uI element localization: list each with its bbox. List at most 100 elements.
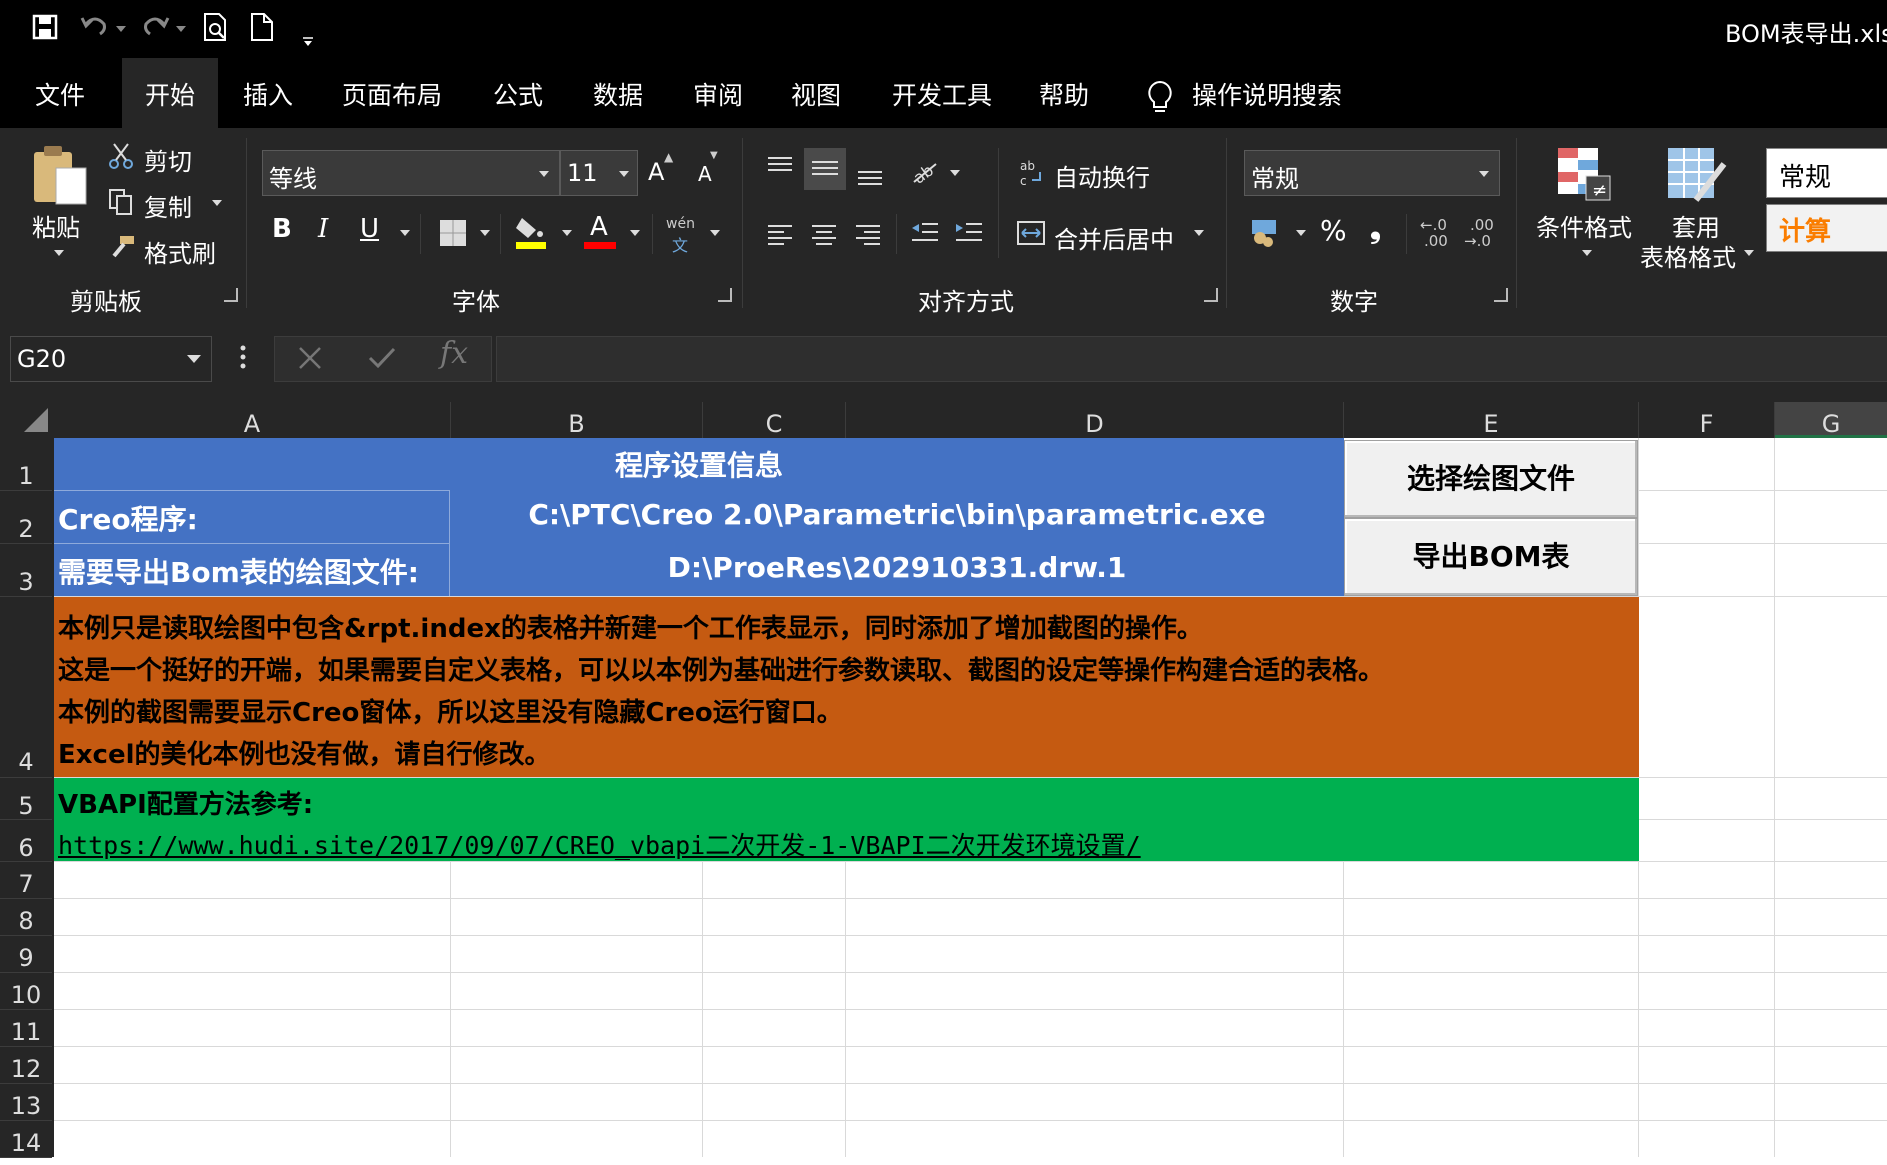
comma-button[interactable]: ❟: [1370, 212, 1381, 246]
number-launcher-icon[interactable]: [1494, 288, 1508, 302]
shrink-font-button[interactable]: A: [698, 162, 712, 186]
note-line-2[interactable]: 这是一个挺好的开端，如果需要自定义表格，可以以本例为基础进行参数读取、截图的设定…: [58, 650, 1638, 687]
column-header-d[interactable]: D: [846, 402, 1344, 438]
redo-icon[interactable]: [140, 12, 170, 47]
new-document-icon[interactable]: [250, 12, 274, 49]
tab-data[interactable]: 数据: [578, 58, 658, 128]
enter-icon[interactable]: [368, 346, 396, 374]
merge-center-icon[interactable]: [1016, 218, 1046, 252]
column-header-f[interactable]: F: [1639, 402, 1775, 438]
column-header-e[interactable]: E: [1344, 402, 1639, 438]
align-middle-icon[interactable]: [804, 148, 846, 190]
format-painter-icon[interactable]: [108, 234, 136, 264]
phonetic-top[interactable]: wén: [666, 216, 695, 232]
row-header-11[interactable]: 11: [0, 1010, 52, 1047]
column-header-a[interactable]: A: [54, 402, 451, 438]
more-options-icon[interactable]: [240, 344, 246, 374]
copy-button[interactable]: 复制: [144, 188, 192, 223]
merge-center-button[interactable]: 合并后居中: [1054, 220, 1174, 255]
format-as-table-line2[interactable]: 表格格式: [1640, 238, 1736, 273]
creo-program-path[interactable]: C:\PTC\Creo 2.0\Parametric\bin\parametri…: [451, 498, 1343, 531]
increase-indent-icon[interactable]: [954, 220, 984, 250]
tab-file[interactable]: 文件: [18, 58, 102, 128]
cut-icon[interactable]: [108, 142, 134, 174]
accounting-icon[interactable]: [1250, 216, 1282, 252]
style-calculation-cell[interactable]: 计算: [1766, 204, 1887, 252]
number-format-dropdown[interactable]: 常规: [1244, 150, 1500, 196]
row-header-12[interactable]: 12: [0, 1047, 52, 1084]
row-header-5[interactable]: 5: [0, 778, 52, 820]
vbapi-label[interactable]: VBAPI配置方法参考:: [58, 784, 1638, 821]
increase-decimal-bottom[interactable]: .00: [1424, 232, 1448, 250]
cancel-icon[interactable]: [298, 346, 322, 374]
row-header-7[interactable]: 7: [0, 862, 52, 899]
grow-font-button[interactable]: A: [648, 158, 664, 186]
redo-dropdown-icon[interactable]: [176, 26, 186, 32]
print-preview-icon[interactable]: [202, 12, 230, 49]
wrap-text-icon[interactable]: ab c: [1018, 158, 1044, 192]
alignment-launcher-icon[interactable]: [1204, 288, 1218, 302]
orientation-dropdown-icon[interactable]: [950, 170, 960, 176]
row-header-1[interactable]: 1: [0, 438, 52, 491]
fill-color-dropdown-icon[interactable]: [562, 230, 572, 236]
copy-dropdown-icon[interactable]: [212, 200, 222, 206]
conditional-formatting-icon[interactable]: ≠: [1556, 146, 1612, 206]
drawing-file-label[interactable]: 需要导出Bom表的绘图文件:: [58, 551, 450, 591]
wrap-text-button[interactable]: 自动换行: [1054, 158, 1150, 193]
undo-dropdown-icon[interactable]: [116, 26, 126, 32]
bold-button[interactable]: B: [272, 214, 292, 244]
undo-icon[interactable]: [80, 12, 110, 47]
align-left-icon[interactable]: [766, 222, 794, 252]
fill-color-icon[interactable]: [514, 214, 548, 254]
align-right-icon[interactable]: [854, 222, 882, 252]
column-header-b[interactable]: B: [451, 402, 703, 438]
settings-title[interactable]: 程序设置信息: [54, 444, 1344, 484]
row-header-8[interactable]: 8: [0, 899, 52, 936]
tab-help[interactable]: 帮助: [1024, 58, 1104, 128]
merge-dropdown-icon[interactable]: [1194, 230, 1204, 236]
drawing-file-path[interactable]: D:\ProeRes\202910331.drw.1: [451, 551, 1343, 584]
phonetic-dropdown-icon[interactable]: [710, 230, 720, 236]
font-launcher-icon[interactable]: [718, 288, 732, 302]
creo-program-label[interactable]: Creo程序:: [58, 498, 450, 538]
formula-input[interactable]: [496, 336, 1887, 382]
tab-view[interactable]: 视图: [776, 58, 856, 128]
percent-button[interactable]: %: [1320, 214, 1347, 247]
row-header-4[interactable]: 4: [0, 597, 52, 778]
save-icon[interactable]: [32, 14, 58, 47]
paste-dropdown-icon[interactable]: [54, 250, 64, 256]
border-dropdown-icon[interactable]: [480, 230, 490, 236]
row-header-9[interactable]: 9: [0, 936, 52, 973]
select-drawing-button[interactable]: 选择绘图文件: [1344, 440, 1638, 518]
orientation-icon[interactable]: ab: [910, 156, 940, 190]
align-center-icon[interactable]: [810, 222, 838, 252]
conditional-formatting-button[interactable]: 条件格式: [1536, 208, 1632, 243]
conditional-dropdown-icon[interactable]: [1582, 250, 1592, 256]
tell-me-search[interactable]: 操作说明搜索: [1192, 58, 1342, 128]
row-header-6[interactable]: 6: [0, 820, 52, 862]
phonetic-bottom[interactable]: 文: [672, 232, 688, 256]
tab-home[interactable]: 开始: [122, 58, 218, 128]
accounting-dropdown-icon[interactable]: [1296, 230, 1306, 236]
format-as-table-dropdown-icon[interactable]: [1744, 250, 1754, 256]
note-line-3[interactable]: 本例的截图需要显示Creo窗体，所以这里没有隐藏Creo运行窗口。: [58, 692, 1638, 729]
font-size-dropdown[interactable]: 11: [560, 150, 638, 196]
row-header-13[interactable]: 13: [0, 1084, 52, 1121]
font-name-dropdown[interactable]: 等线: [262, 150, 560, 196]
name-box[interactable]: G20: [10, 336, 212, 382]
italic-button[interactable]: I: [318, 214, 328, 244]
row-header-14[interactable]: 14: [0, 1121, 52, 1158]
cut-button[interactable]: 剪切: [144, 142, 192, 177]
column-header-g[interactable]: G: [1775, 402, 1887, 438]
tab-formulas[interactable]: 公式: [478, 58, 558, 128]
row-header-10[interactable]: 10: [0, 973, 52, 1010]
underline-button[interactable]: U: [360, 214, 379, 244]
customize-toolbar-icon[interactable]: [302, 24, 314, 54]
note-line-4[interactable]: Excel的美化本例也没有做，请自行修改。: [58, 734, 1638, 771]
select-all-corner[interactable]: [0, 402, 54, 438]
paste-button[interactable]: 粘贴: [32, 208, 80, 243]
format-as-table-icon[interactable]: [1666, 144, 1730, 210]
border-icon[interactable]: [438, 218, 468, 252]
tab-review[interactable]: 审阅: [678, 58, 758, 128]
style-normal-cell[interactable]: 常规: [1766, 148, 1887, 198]
